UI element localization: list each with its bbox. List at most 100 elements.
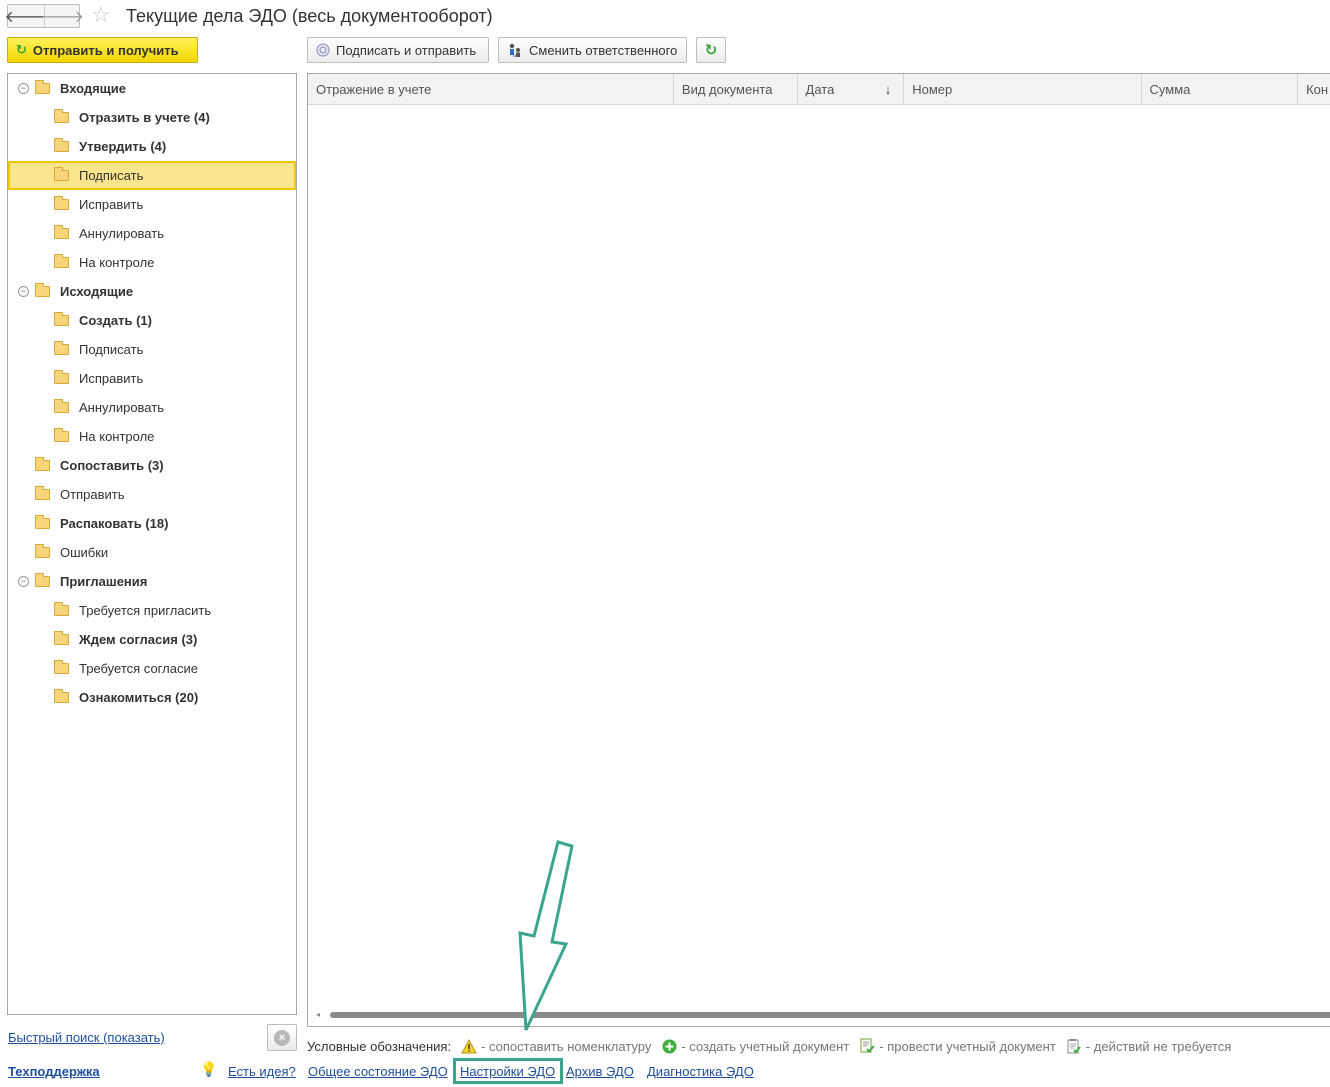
tree-item-label: Требуется пригласить (79, 603, 212, 618)
legend-item: - сопоставить номенклатуру (461, 1038, 651, 1054)
lightbulb-icon: 💡 (200, 1061, 218, 1077)
tree-item[interactable]: − Приглашения (8, 567, 296, 596)
tree-item[interactable]: На контроле (8, 422, 296, 451)
warning-icon (461, 1038, 477, 1054)
column-label: Кон (1306, 82, 1329, 97)
refresh-button[interactable]: ↻ (696, 37, 726, 63)
send-receive-label: Отправить и получить (32, 42, 179, 58)
page-title: Текущие дела ЭДО (весь документооборот) (126, 6, 493, 26)
folder-icon (54, 399, 69, 413)
arrow-right-icon[interactable]: 🡒 (41, 5, 84, 27)
folder-icon (35, 457, 50, 471)
send-receive-button[interactable]: ↻ Отправить и получить (7, 37, 198, 63)
column-accounting[interactable]: Отражение в учете (308, 74, 674, 105)
edo-status-link[interactable]: Общее состояние ЭДО (308, 1064, 448, 1079)
sign-send-button[interactable]: Подписать и отправить (307, 37, 489, 63)
sign-send-label: Подписать и отправить (336, 42, 477, 58)
tree-item-label: Распаковать (18) (60, 516, 169, 531)
tree-item[interactable]: Подписать (8, 335, 296, 364)
edo-archive-link[interactable]: Архив ЭДО (566, 1064, 634, 1079)
edo-diagnostics-link[interactable]: Диагностика ЭДО (647, 1064, 754, 1079)
arrow-left-icon[interactable]: 🡐 (5, 5, 48, 27)
change-responsible-button[interactable]: Сменить ответственного (498, 37, 687, 63)
folder-icon (54, 428, 69, 442)
quick-search-link[interactable]: Быстрый поиск (показать) (8, 1030, 165, 1045)
tree-item-label: Ошибки (60, 545, 109, 560)
legend-text: - сопоставить номенклатуру (481, 1038, 652, 1054)
tree-item[interactable]: Отправить (8, 480, 296, 509)
column-date[interactable]: Дата ↓ (798, 74, 905, 105)
tree-item[interactable]: − Исходящие (8, 277, 296, 306)
tree-item[interactable]: Аннулировать (8, 219, 296, 248)
folder-icon (54, 109, 69, 123)
folder-tree: − Входящие Отразить в учете (4) Утвердить (… (7, 73, 297, 1015)
column-label: Вид документа (681, 82, 773, 97)
tree-item[interactable]: Отразить в учете (4) (8, 103, 296, 132)
legend-item: - провести учетный документ (859, 1038, 1056, 1054)
folder-icon (54, 196, 69, 210)
tree-item[interactable]: Создать (1) (8, 306, 296, 335)
legend-item: - действий не требуется (1066, 1038, 1231, 1054)
tree-item-label: Ждем согласия (3) (79, 632, 198, 647)
column-label: Номер (912, 82, 953, 97)
add-circle-icon (661, 1038, 677, 1054)
close-icon: × (274, 1029, 290, 1046)
refresh-icon: ↻ (16, 42, 27, 57)
tree-item[interactable]: Распаковать (18) (8, 509, 296, 538)
tree-item[interactable]: Ошибки (8, 538, 296, 567)
scroll-left-icon[interactable]: ◂ (316, 1011, 320, 1019)
tree-item[interactable]: Утвердить (4) (8, 132, 296, 161)
legend-text: - действий не требуется (1085, 1038, 1232, 1054)
tree-item[interactable]: Ознакомиться (20) (8, 683, 296, 712)
column-doc-type[interactable]: Вид документа (674, 74, 798, 105)
tree-item-label: Исходящие (60, 284, 134, 299)
folder-icon (54, 341, 69, 355)
collapse-icon[interactable]: − (18, 83, 29, 94)
folder-icon (54, 138, 69, 152)
idea-link[interactable]: Есть идея? (228, 1064, 296, 1079)
support-link[interactable]: Техподдержка (8, 1064, 100, 1079)
tree-item-label: Исправить (79, 371, 144, 386)
tree-item[interactable]: Ждем согласия (3) (8, 625, 296, 654)
horizontal-scrollbar[interactable] (330, 1012, 1330, 1018)
column-label: Отражение в учете (316, 82, 432, 97)
collapse-icon[interactable]: − (18, 286, 29, 297)
tree-item-label: Входящие (60, 81, 126, 96)
tree-item[interactable]: Требуется пригласить (8, 596, 296, 625)
tree-item[interactable]: Требуется согласие (8, 654, 296, 683)
tree-item[interactable]: Аннулировать (8, 393, 296, 422)
column-label: Дата (805, 82, 835, 97)
tree-item[interactable]: Исправить (8, 364, 296, 393)
refresh-icon: ↻ (704, 42, 718, 59)
collapse-icon[interactable]: − (18, 576, 29, 587)
table-header: Отражение в учете Вид документа Дата ↓ Но… (308, 74, 1330, 105)
signature-icon (316, 43, 330, 57)
column-sum[interactable]: Сумма (1142, 74, 1299, 105)
folder-icon (54, 602, 69, 616)
documents-table: Отражение в учете Вид документа Дата ↓ Но… (307, 73, 1330, 1027)
tree-item-label: Подписать (79, 342, 144, 357)
tree-item[interactable]: − Входящие (8, 74, 296, 103)
folder-icon (35, 283, 50, 297)
tree-item[interactable]: Исправить (8, 190, 296, 219)
folder-icon (54, 689, 69, 703)
folder-icon (35, 486, 50, 500)
tree-item[interactable]: Сопоставить (3) (8, 451, 296, 480)
annotation-highlight-box (453, 1058, 563, 1084)
legend-text: - создать учетный документ (681, 1038, 850, 1054)
column-number[interactable]: Номер (904, 74, 1142, 105)
change-responsible-label: Сменить ответственного (529, 42, 678, 58)
legend-text: - провести учетный документ (879, 1038, 1056, 1054)
clear-search-button[interactable]: × (267, 1024, 297, 1051)
tree-item[interactable]: Подписать (8, 161, 296, 190)
legend-item: - создать учетный документ (661, 1038, 849, 1054)
navigation-buttons: 🡐 🡒 (5, 4, 84, 28)
star-icon[interactable]: ☆ (91, 3, 111, 27)
tree-item-label: Требуется согласие (79, 661, 198, 676)
tree-item[interactable]: На контроле (8, 248, 296, 277)
tree-item-label: Утвердить (4) (79, 139, 167, 154)
tree-item-label: Приглашения (60, 574, 148, 589)
legend: Условные обозначения: - сопоставить номе… (307, 1037, 1241, 1055)
tree-item-label: Аннулировать (79, 226, 164, 241)
column-counterparty[interactable]: Кон (1298, 74, 1330, 105)
